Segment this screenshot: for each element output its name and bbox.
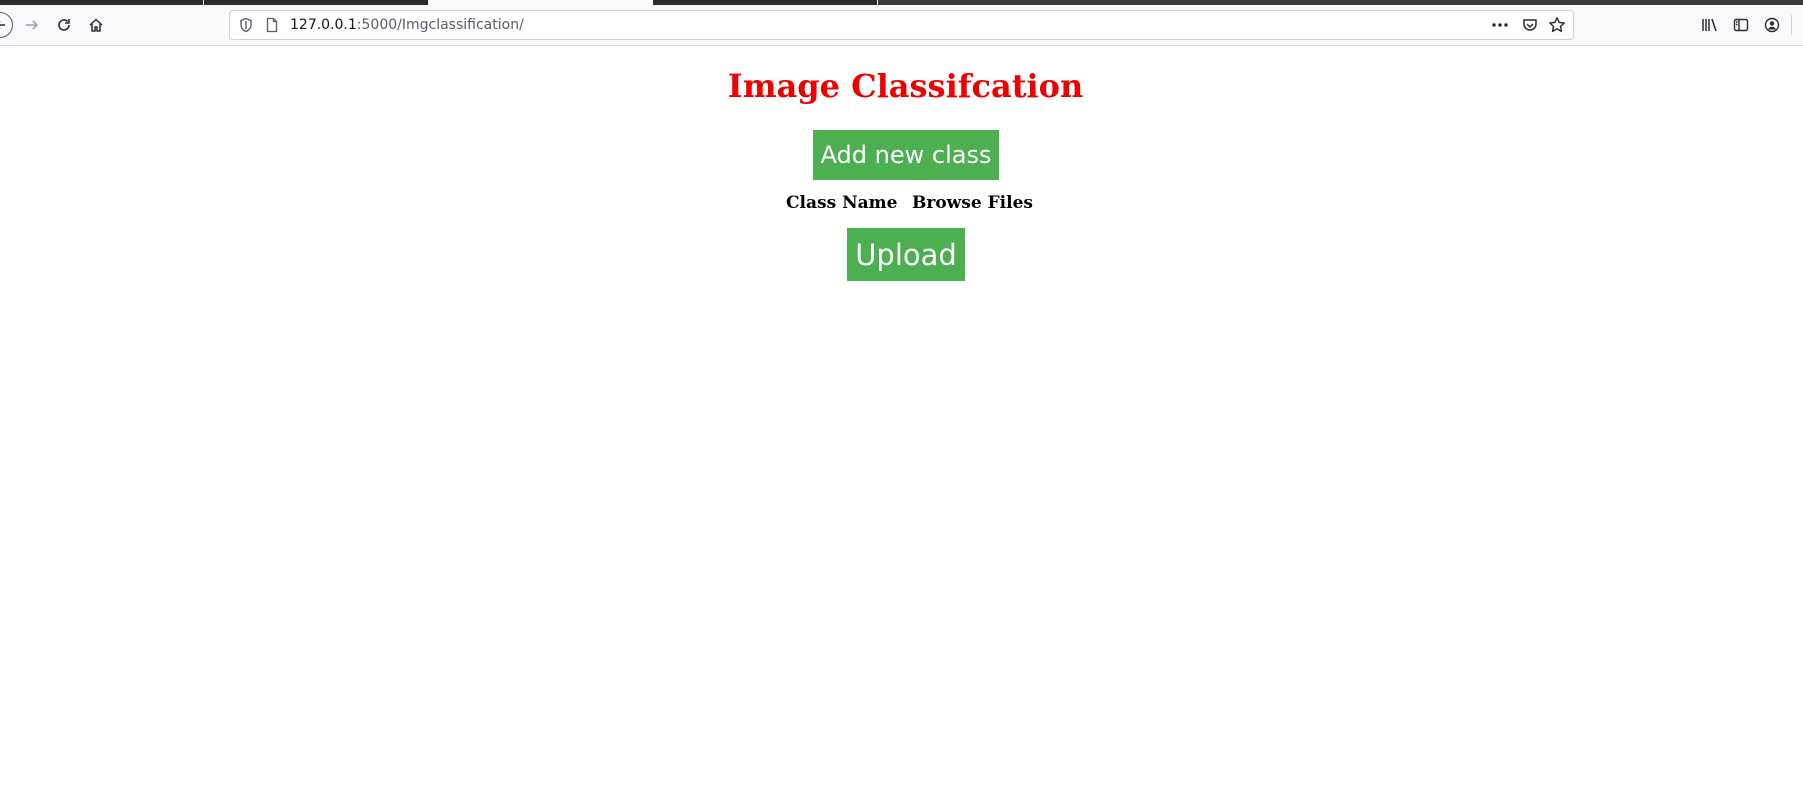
class-name-header: Class Name [786,193,898,213]
tracking-shield-icon[interactable] [238,17,254,37]
reload-button[interactable] [51,12,77,38]
more-dots-icon[interactable] [1491,17,1509,37]
account-icon [1764,17,1780,33]
url-path: :5000/Imgclassification/ [356,17,524,33]
back-button[interactable] [0,12,13,38]
home-button[interactable] [83,12,109,38]
reload-icon [56,17,72,33]
home-icon [88,17,104,33]
url-text[interactable]: 127.0.0.1:5000/Imgclassification/ [290,11,524,39]
forward-button[interactable] [19,12,45,38]
account-button[interactable] [1759,12,1785,38]
library-button[interactable] [1697,12,1723,38]
back-arrow-icon [0,12,13,38]
page-content: Image Classifcation Add new class Class … [0,46,1803,810]
browse-files-header: Browse Files [912,193,1033,213]
page-title: Image Classifcation [727,67,1084,105]
library-icon [1701,17,1719,33]
star-icon[interactable] [1548,16,1566,38]
add-new-class-button[interactable]: Add new class [813,130,999,180]
browser-toolbar: 127.0.0.1:5000/Imgclassification/ [0,5,1803,46]
url-bar[interactable]: 127.0.0.1:5000/Imgclassification/ [229,10,1574,40]
sidebar-icon [1733,17,1749,33]
url-host: 127.0.0.1 [290,17,357,33]
page-icon[interactable] [264,17,280,37]
toolbar-divider [1791,15,1792,35]
forward-arrow-icon [24,17,40,33]
pocket-icon[interactable] [1522,17,1538,37]
sidebar-button[interactable] [1728,12,1754,38]
upload-button[interactable]: Upload [847,228,965,281]
